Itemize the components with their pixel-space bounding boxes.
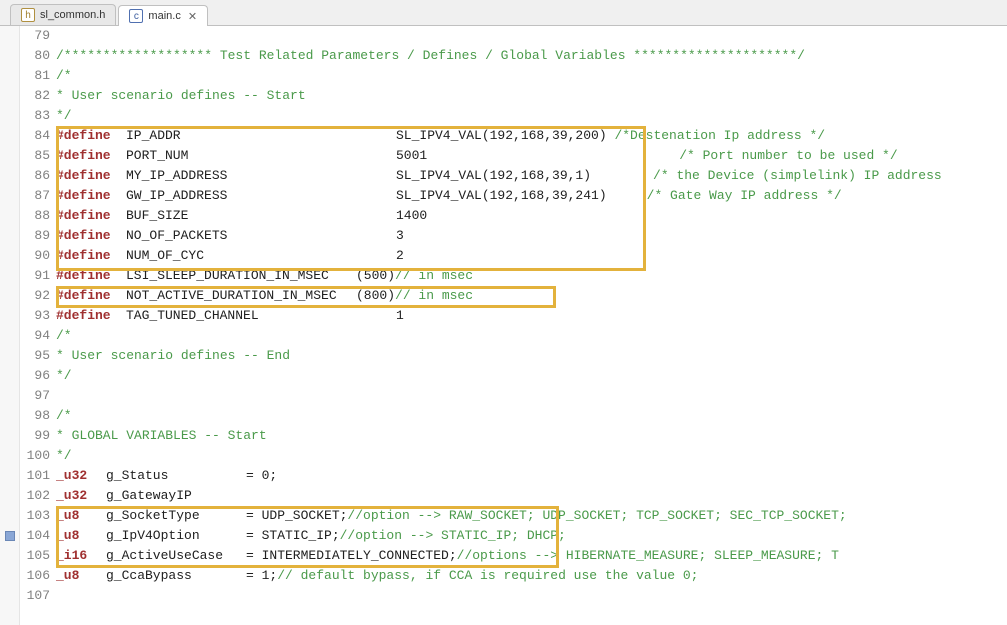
code-line: /* bbox=[56, 406, 1007, 426]
line-number: 85 bbox=[20, 146, 50, 166]
line-number: 79 bbox=[20, 26, 50, 46]
line-number: 103 bbox=[20, 506, 50, 526]
code-line: #define NUM_OF_CYC 2 bbox=[56, 246, 1007, 266]
close-icon[interactable]: ✕ bbox=[188, 10, 197, 23]
code-line bbox=[56, 26, 1007, 46]
line-number: 87 bbox=[20, 186, 50, 206]
code-line: #define IP_ADDR SL_IPV4_VAL(192,168,39,2… bbox=[56, 126, 1007, 146]
line-number: 91 bbox=[20, 266, 50, 286]
code-line: */ bbox=[56, 366, 1007, 386]
code-line: */ bbox=[56, 106, 1007, 126]
line-number: 97 bbox=[20, 386, 50, 406]
line-number: 92 bbox=[20, 286, 50, 306]
line-number: 100 bbox=[20, 446, 50, 466]
line-number: 89 bbox=[20, 226, 50, 246]
line-number: 88 bbox=[20, 206, 50, 226]
code-line: /******************* Test Related Parame… bbox=[56, 46, 1007, 66]
line-number: 83 bbox=[20, 106, 50, 126]
line-number: 82 bbox=[20, 86, 50, 106]
line-number: 86 bbox=[20, 166, 50, 186]
code-line: #define BUF_SIZE 1400 bbox=[56, 206, 1007, 226]
tab-main-c[interactable]: c main.c ✕ bbox=[118, 5, 208, 26]
tab-sl-common-h[interactable]: h sl_common.h bbox=[10, 4, 116, 25]
h-file-icon: h bbox=[21, 8, 35, 22]
code-line: _u8 g_CcaBypass = 1; // default bypass, … bbox=[56, 566, 1007, 586]
editor-margin bbox=[0, 26, 20, 625]
tab-bar: h sl_common.h c main.c ✕ bbox=[0, 0, 1007, 26]
code-line: _i16 g_ActiveUseCase = INTERMEDIATELY_CO… bbox=[56, 546, 1007, 566]
c-file-icon: c bbox=[129, 9, 143, 23]
line-number: 104 bbox=[20, 526, 50, 546]
line-number: 95 bbox=[20, 346, 50, 366]
code-line bbox=[56, 586, 1007, 606]
line-number: 99 bbox=[20, 426, 50, 446]
line-number: 106 bbox=[20, 566, 50, 586]
line-number: 96 bbox=[20, 366, 50, 386]
line-number-gutter: 79 80 81 82 83 84 85 86 87 88 89 90 91 9… bbox=[20, 26, 56, 625]
code-line: #define LSI_SLEEP_DURATION_IN_MSEC (500)… bbox=[56, 266, 1007, 286]
line-number: 105 bbox=[20, 546, 50, 566]
code-area[interactable]: /******************* Test Related Parame… bbox=[56, 26, 1007, 625]
code-line: #define GW_IP_ADDRESS SL_IPV4_VAL(192,16… bbox=[56, 186, 1007, 206]
code-line: /* bbox=[56, 326, 1007, 346]
code-line: #define MY_IP_ADDRESS SL_IPV4_VAL(192,16… bbox=[56, 166, 1007, 186]
code-line: _u8 g_IpV4Option = STATIC_IP; //option -… bbox=[56, 526, 1007, 546]
breakpoint-marker-icon[interactable] bbox=[5, 531, 15, 541]
code-line: _u32 g_Status = 0; bbox=[56, 466, 1007, 486]
code-editor[interactable]: 79 80 81 82 83 84 85 86 87 88 89 90 91 9… bbox=[0, 26, 1007, 625]
code-line: _u8 g_SocketType = UDP_SOCKET; //option … bbox=[56, 506, 1007, 526]
line-number: 84 bbox=[20, 126, 50, 146]
line-number: 94 bbox=[20, 326, 50, 346]
code-line: */ bbox=[56, 446, 1007, 466]
tab-label: sl_common.h bbox=[40, 9, 105, 21]
code-line: * GLOBAL VARIABLES -- Start bbox=[56, 426, 1007, 446]
code-line: #define NO_OF_PACKETS 3 bbox=[56, 226, 1007, 246]
code-line bbox=[56, 386, 1007, 406]
line-number: 98 bbox=[20, 406, 50, 426]
code-line: #define PORT_NUM 5001 /* Port number to … bbox=[56, 146, 1007, 166]
code-line: /* bbox=[56, 66, 1007, 86]
line-number: 107 bbox=[20, 586, 50, 606]
line-number: 101 bbox=[20, 466, 50, 486]
code-line: #define TAG_TUNED_CHANNEL 1 bbox=[56, 306, 1007, 326]
line-number: 90 bbox=[20, 246, 50, 266]
tab-label: main.c bbox=[148, 10, 180, 22]
code-line: _u32 g_GatewayIP bbox=[56, 486, 1007, 506]
code-line: #define NOT_ACTIVE_DURATION_IN_MSEC (800… bbox=[56, 286, 1007, 306]
line-number: 80 bbox=[20, 46, 50, 66]
code-line: * User scenario defines -- End bbox=[56, 346, 1007, 366]
line-number: 81 bbox=[20, 66, 50, 86]
code-line: * User scenario defines -- Start bbox=[56, 86, 1007, 106]
line-number: 93 bbox=[20, 306, 50, 326]
line-number: 102 bbox=[20, 486, 50, 506]
